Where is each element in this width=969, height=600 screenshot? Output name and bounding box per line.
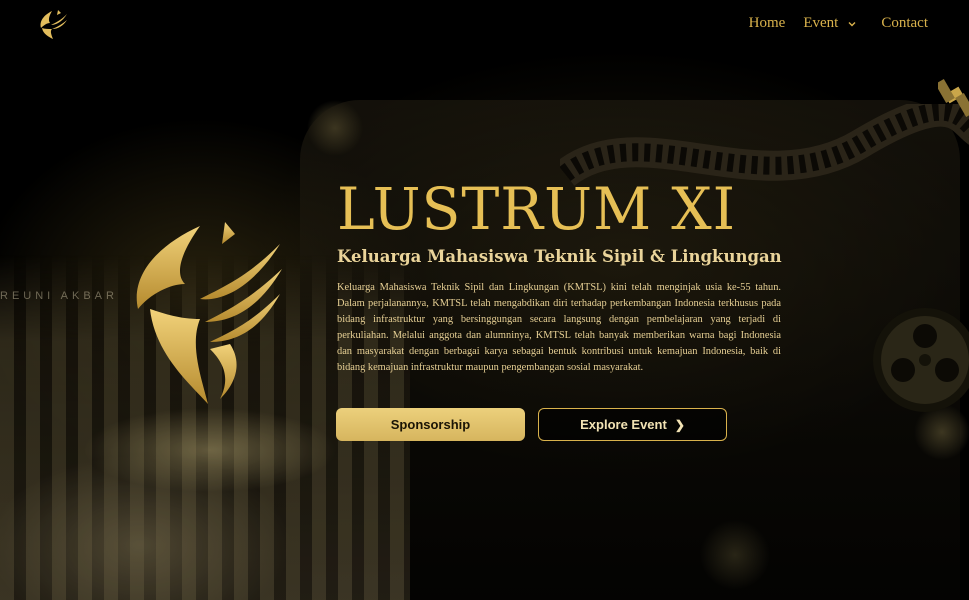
nav-event-label: Event [803, 15, 839, 31]
lustrum-phoenix-emblem-icon [136, 222, 282, 404]
lustrum-emblem-icon[interactable] [38, 8, 68, 40]
nav-contact-link[interactable]: Contact [881, 15, 928, 32]
landing-page: REUNI AKBAR Home Event Contact LUSTRUM X… [0, 0, 969, 600]
hero-title: LUSTRUM XI [337, 175, 737, 243]
hero-description: Keluarga Mahasiswa Teknik Sipil dan Ling… [337, 282, 781, 373]
explore-event-button[interactable]: Explore Event ❯ [538, 408, 727, 441]
chevron-down-icon [848, 21, 856, 26]
main-nav: Home Event Contact [749, 15, 928, 32]
sponsorship-button[interactable]: Sponsorship [336, 408, 525, 441]
chevron-right-icon: ❯ [674, 417, 685, 432]
explore-event-label: Explore Event [580, 417, 667, 432]
sponsorship-label: Sponsorship [390, 417, 471, 432]
hero-subtitle: Keluarga Mahasiswa Teknik Sipil & Lingku… [337, 247, 782, 266]
nav-home-link[interactable]: Home [749, 15, 786, 32]
nav-event-dropdown[interactable]: Event [803, 15, 857, 32]
